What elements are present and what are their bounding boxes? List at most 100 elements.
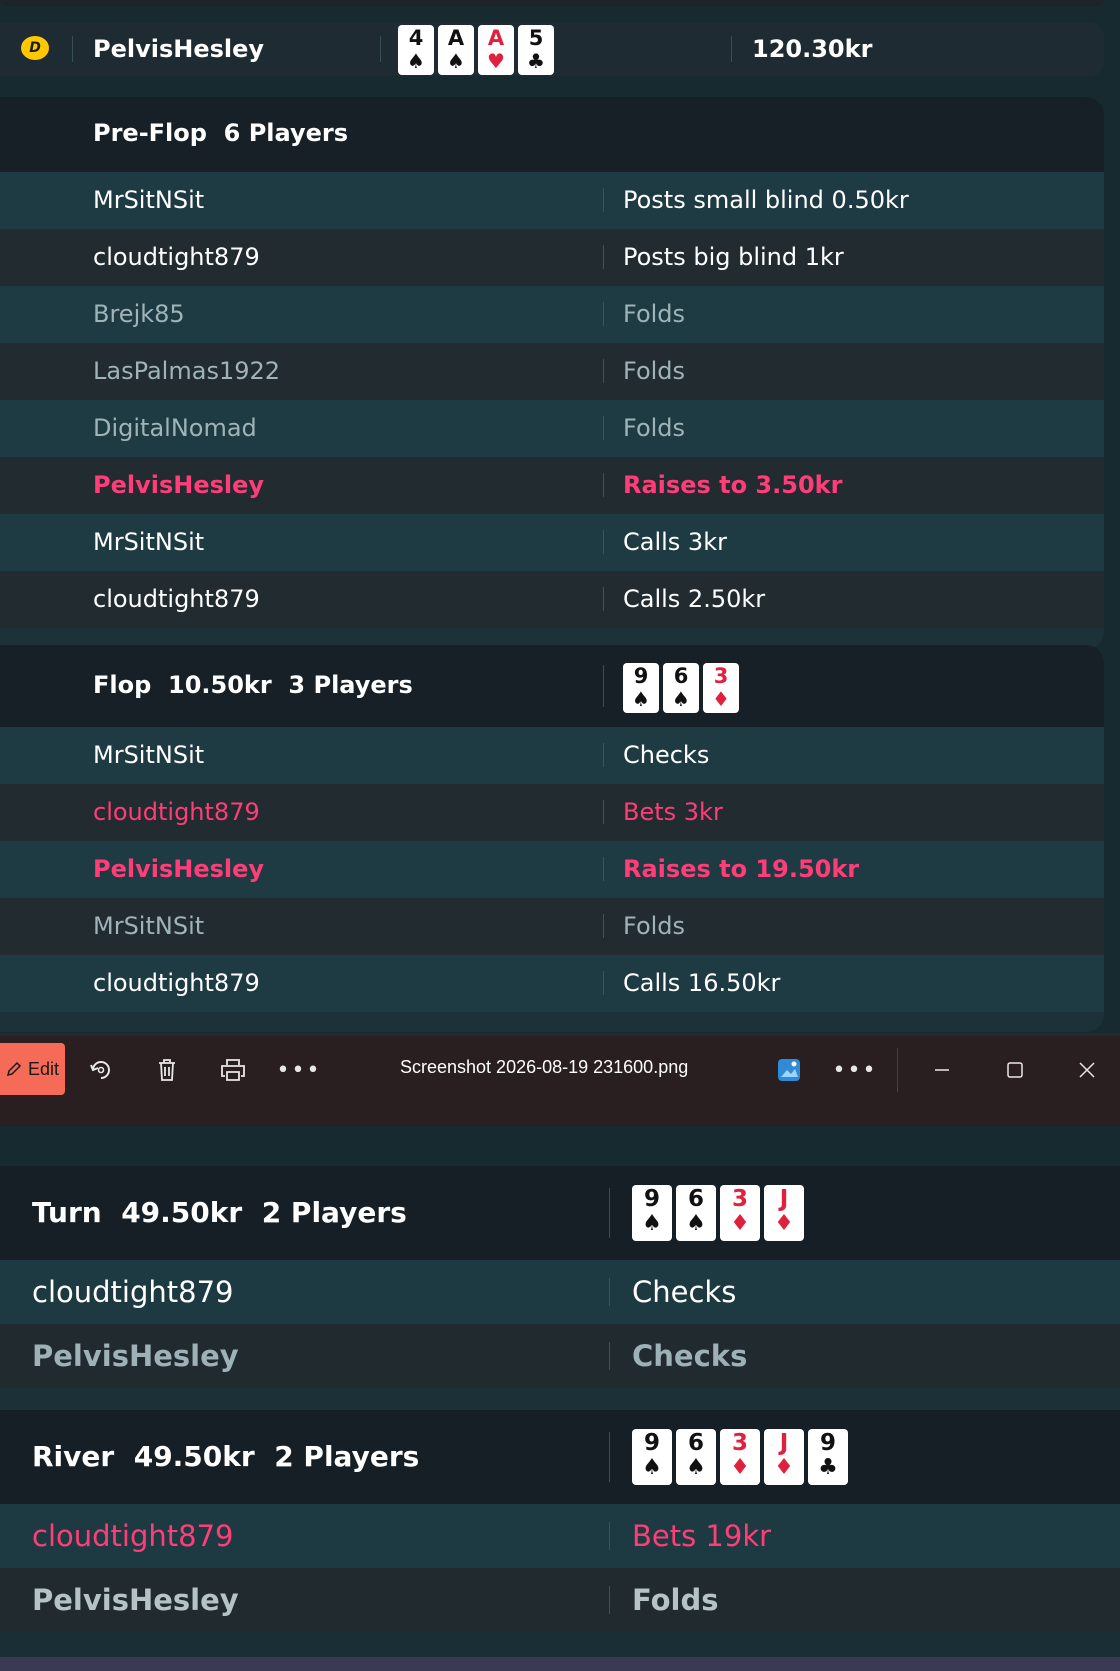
- flop-board-cards: 9 ♠ 6 ♠ 3 ♦: [623, 663, 739, 713]
- player-name: LasPalmas1922: [93, 357, 281, 385]
- divider: [609, 1342, 610, 1370]
- divider: [609, 1188, 610, 1238]
- playing-card: 6 ♠: [676, 1185, 716, 1241]
- hero-hole-cards: 4 ♠ A ♠ A ♥ 5 ♣: [398, 25, 554, 75]
- delete-button[interactable]: [147, 1050, 187, 1090]
- action-row: PelvisHesley Raises to 19.50kr: [0, 841, 1104, 898]
- player-name: MrSitNSit: [93, 741, 205, 769]
- card-suit-icon: ♦: [730, 1211, 750, 1236]
- minimize-icon: [935, 1069, 949, 1071]
- preflop-panel: Pre-Flop 6 Players MrSitNSit Posts small …: [0, 97, 1104, 649]
- river-panel: River 49.50kr 2 Players 9 ♠ 6 ♠ 3 ♦ J ♦ 9 ♣ cloud…: [0, 1410, 1120, 1632]
- hero-amount: 120.30kr: [752, 35, 873, 63]
- divider: [603, 530, 604, 554]
- more-icon[interactable]: •••: [833, 1050, 876, 1090]
- hero-row: D PelvisHesley 4 ♠ A ♠ A ♥ 5 ♣ 120.30kr: [0, 22, 1104, 76]
- card-rank: 4: [408, 26, 424, 50]
- action-row: PelvisHesley Raises to 3.50kr: [0, 457, 1104, 514]
- card-rank: A: [447, 26, 465, 50]
- card-suit-icon: ♥: [487, 49, 505, 73]
- action-row: cloudtight879 Bets 3kr: [0, 784, 1104, 841]
- print-button[interactable]: [213, 1050, 253, 1090]
- card-suit-icon: ♠: [642, 1211, 662, 1236]
- player-action: Folds: [623, 300, 686, 328]
- preflop-header: Pre-Flop 6 Players: [0, 97, 1104, 172]
- playing-card: 9 ♠: [632, 1429, 672, 1485]
- player-name: PelvisHesley: [93, 855, 265, 883]
- player-action: Folds: [623, 414, 686, 442]
- gap: [0, 1126, 1120, 1166]
- divider: [603, 857, 604, 881]
- playing-card: J ♦: [764, 1429, 804, 1485]
- turn-panel: Turn 49.50kr 2 Players 9 ♠ 6 ♠ 3 ♦ J ♦ cloudtig…: [0, 1166, 1120, 1388]
- rotate-button[interactable]: [81, 1050, 121, 1090]
- action-row: Brejk85 Folds: [0, 286, 1104, 343]
- maximize-button[interactable]: [995, 1050, 1035, 1090]
- player-name: cloudtight879: [93, 969, 260, 997]
- photos-app-icon: [778, 1059, 800, 1081]
- player-action: Folds: [623, 912, 686, 940]
- photos-app-button[interactable]: [769, 1050, 809, 1090]
- previous-row-strip: [0, 0, 1104, 6]
- playing-card: 3 ♦: [720, 1429, 760, 1485]
- maximize-icon: [1007, 1062, 1023, 1078]
- divider: [609, 1586, 610, 1614]
- playing-card: 9 ♠: [632, 1185, 672, 1241]
- card-rank: 3: [731, 1430, 748, 1456]
- gap: [0, 1388, 1120, 1410]
- playing-card: 3 ♦: [720, 1185, 760, 1241]
- divider: [897, 1048, 898, 1092]
- player-action: Folds: [623, 357, 686, 385]
- preflop-title: Pre-Flop 6 Players: [93, 119, 349, 147]
- divider: [603, 914, 604, 938]
- playing-card: 9 ♣: [808, 1429, 848, 1485]
- player-name: cloudtight879: [93, 243, 260, 271]
- divider: [609, 1432, 610, 1482]
- divider: [380, 36, 381, 62]
- playing-card: 9 ♠: [623, 663, 659, 713]
- flop-header: Flop 10.50kr 3 Players 9 ♠ 6 ♠ 3 ♦: [0, 645, 1104, 727]
- divider: [603, 800, 604, 824]
- card-rank: A: [487, 26, 505, 50]
- flop-panel: Flop 10.50kr 3 Players 9 ♠ 6 ♠ 3 ♦ MrSitNSit C…: [0, 645, 1104, 1032]
- close-button[interactable]: [1067, 1050, 1107, 1090]
- action-row: cloudtight879 Calls 2.50kr: [0, 571, 1104, 628]
- close-icon: [1079, 1062, 1095, 1078]
- edit-icon: [6, 1061, 22, 1077]
- card-suit-icon: ♠: [686, 1455, 706, 1480]
- hero-name: PelvisHesley: [93, 35, 265, 63]
- card-rank: J: [779, 1186, 789, 1212]
- player-action: Bets 3kr: [623, 798, 723, 826]
- river-board-cards: 9 ♠ 6 ♠ 3 ♦ J ♦ 9 ♣: [632, 1429, 848, 1485]
- card-suit-icon: ♣: [818, 1455, 838, 1480]
- player-name: Brejk85: [93, 300, 185, 328]
- more-icon[interactable]: •••: [277, 1050, 320, 1090]
- card-suit-icon: ♣: [527, 49, 545, 73]
- divider: [603, 473, 604, 497]
- divider: [609, 1522, 610, 1550]
- player-action: Posts big blind 1kr: [623, 243, 844, 271]
- player-name: PelvisHesley: [32, 1339, 239, 1373]
- divider: [609, 1278, 610, 1306]
- player-name: PelvisHesley: [32, 1583, 239, 1617]
- minimize-button[interactable]: [922, 1050, 962, 1090]
- action-row: MrSitNSit Checks: [0, 727, 1104, 784]
- player-action: Checks: [623, 741, 710, 769]
- rotate-icon: [90, 1061, 110, 1079]
- card-suit-icon: ♦: [774, 1211, 794, 1236]
- edit-button[interactable]: Edit: [0, 1043, 65, 1095]
- player-name: PelvisHesley: [93, 471, 265, 499]
- card-suit-icon: ♠: [686, 1211, 706, 1236]
- player-name: cloudtight879: [93, 585, 260, 613]
- card-rank: 6: [673, 664, 689, 688]
- action-row: MrSitNSit Folds: [0, 898, 1104, 955]
- bottom-edge: [0, 1657, 1120, 1671]
- action-row: MrSitNSit Posts small blind 0.50kr: [0, 172, 1104, 229]
- card-suit-icon: ♠: [642, 1455, 662, 1480]
- card-rank: J: [779, 1430, 789, 1456]
- player-action: Checks: [632, 1275, 737, 1309]
- card-suit-icon: ♠: [447, 49, 465, 73]
- playing-card: 5 ♣: [518, 25, 554, 75]
- player-action: Folds: [632, 1583, 719, 1617]
- dealer-button-icon: D: [21, 36, 49, 60]
